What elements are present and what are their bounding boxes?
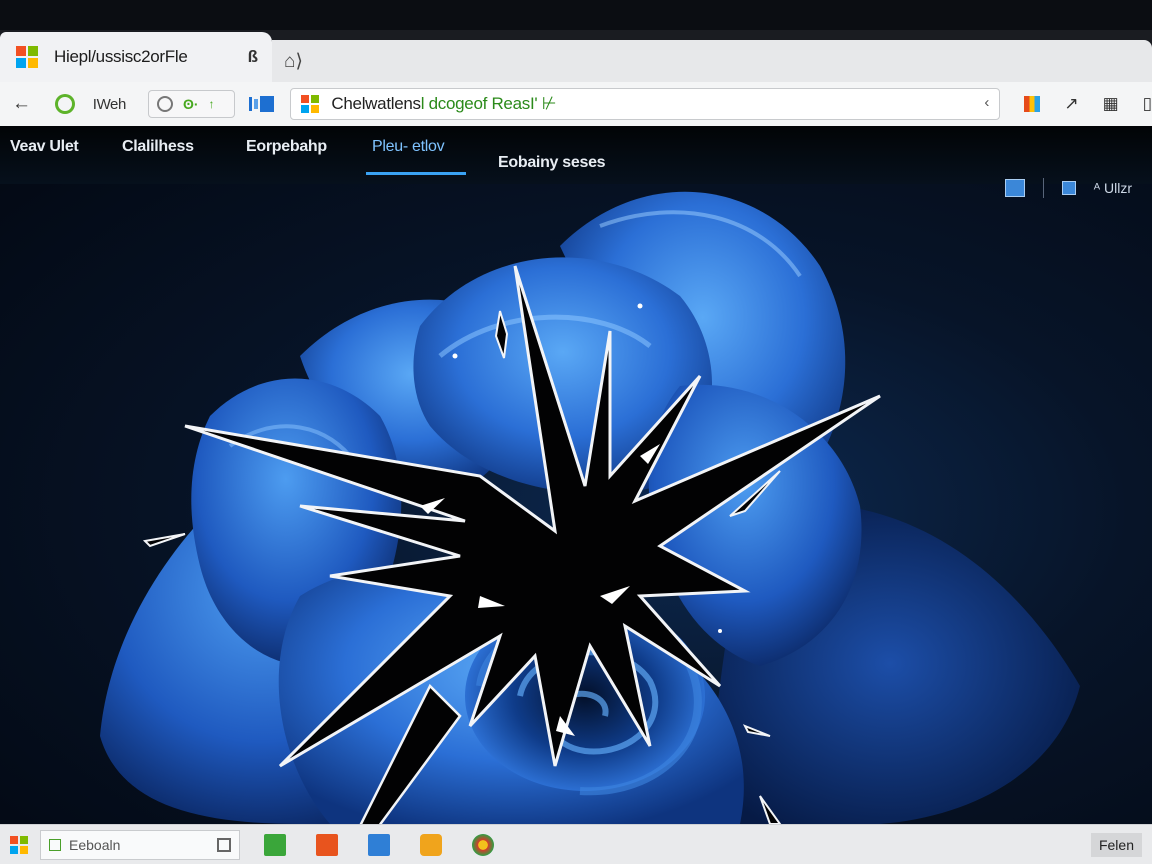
- toolbar-label[interactable]: IWeh: [93, 96, 127, 113]
- back-button[interactable]: ←: [12, 93, 31, 115]
- tab-bar-empty: ⌂⟩: [272, 40, 1152, 82]
- app-orange-icon[interactable]: [316, 833, 338, 856]
- nav-item-5[interactable]: Eobainy seses: [498, 154, 606, 172]
- site-favicon-icon: [301, 95, 320, 113]
- tray-label[interactable]: Felen: [1090, 832, 1142, 857]
- refresh-icon[interactable]: [55, 94, 75, 114]
- new-tab-button[interactable]: ⌂⟩: [284, 50, 303, 73]
- nav-item-3[interactable]: Eorpebahp: [246, 138, 327, 156]
- page-content: Veav Ulet Clalilhess Eorpebahp Pleu- etl…: [0, 126, 1152, 824]
- collections-icon[interactable]: ▦: [1103, 94, 1119, 114]
- nav-divider: [1042, 178, 1044, 198]
- browser-tab[interactable]: Hiepl/ussisc2orFle ß: [0, 32, 272, 82]
- blue-extension-icon[interactable]: [248, 94, 277, 114]
- url-text: Chelwatlensl dcogeof ReasI' ⊬: [331, 94, 556, 114]
- search-label: Eeboaln: [69, 836, 121, 853]
- url-main: Chelwatlens: [331, 94, 421, 113]
- extension-group[interactable]: ʘ· ↑: [147, 90, 235, 118]
- url-tail: l dcogeof ReasI' ⊬: [420, 94, 557, 113]
- start-button[interactable]: [10, 835, 28, 854]
- nav-icons: ᴬ Ullzr: [1004, 178, 1132, 198]
- grid-icon[interactable]: [1061, 181, 1076, 195]
- app-tile-icon[interactable]: [1004, 179, 1025, 197]
- nav-item-4-active[interactable]: Pleu- etlov: [372, 138, 445, 156]
- search-icon: [49, 838, 61, 851]
- taskbar: Eeboaln Felen: [0, 824, 1152, 864]
- extension-b-icon[interactable]: ↑: [209, 97, 215, 111]
- toolbar-right: ↗ ▦ ▯: [1024, 94, 1152, 114]
- sidebar-icon[interactable]: ▯: [1143, 94, 1152, 114]
- nav-item-1[interactable]: Veav Ulet: [10, 138, 79, 156]
- share-icon[interactable]: ↗: [1064, 94, 1078, 114]
- user-menu[interactable]: ᴬ Ullzr: [1094, 180, 1132, 196]
- address-bar[interactable]: Chelwatlensl dcogeof ReasI' ⊬ ‹: [290, 88, 1001, 120]
- nav-item-2[interactable]: Clalilhess: [122, 138, 194, 156]
- windows-logo-icon: [16, 46, 38, 68]
- blue-rose-artwork: [100, 191, 1080, 824]
- app-folder-icon[interactable]: [420, 833, 442, 856]
- color-extension-icon[interactable]: [1024, 96, 1041, 112]
- taskbar-search[interactable]: Eeboaln: [40, 829, 240, 860]
- site-nav: Veav Ulet Clalilhess Eorpebahp Pleu- etl…: [0, 126, 1152, 184]
- app-green-icon[interactable]: [264, 833, 286, 856]
- extension-a-icon[interactable]: ʘ·: [183, 96, 199, 112]
- browser-toolbar: ← IWeh ʘ· ↑ Chelwatlensl dcogeof ReasI' …: [0, 82, 1152, 126]
- active-tab-underline: [366, 172, 466, 175]
- app-blue-icon[interactable]: [368, 833, 390, 856]
- ring-icon[interactable]: [156, 96, 173, 112]
- taskbar-apps: [264, 833, 494, 856]
- tab-title: Hiepl/ussisc2orFle: [54, 47, 188, 66]
- app-browser-icon[interactable]: [472, 833, 494, 856]
- task-view-icon[interactable]: [217, 837, 231, 852]
- address-chevron-icon[interactable]: ‹: [984, 94, 989, 111]
- tab-close-button[interactable]: ß: [248, 47, 258, 67]
- tab-strip: Hiepl/ussisc2orFle ß ⌂⟩: [0, 0, 1152, 82]
